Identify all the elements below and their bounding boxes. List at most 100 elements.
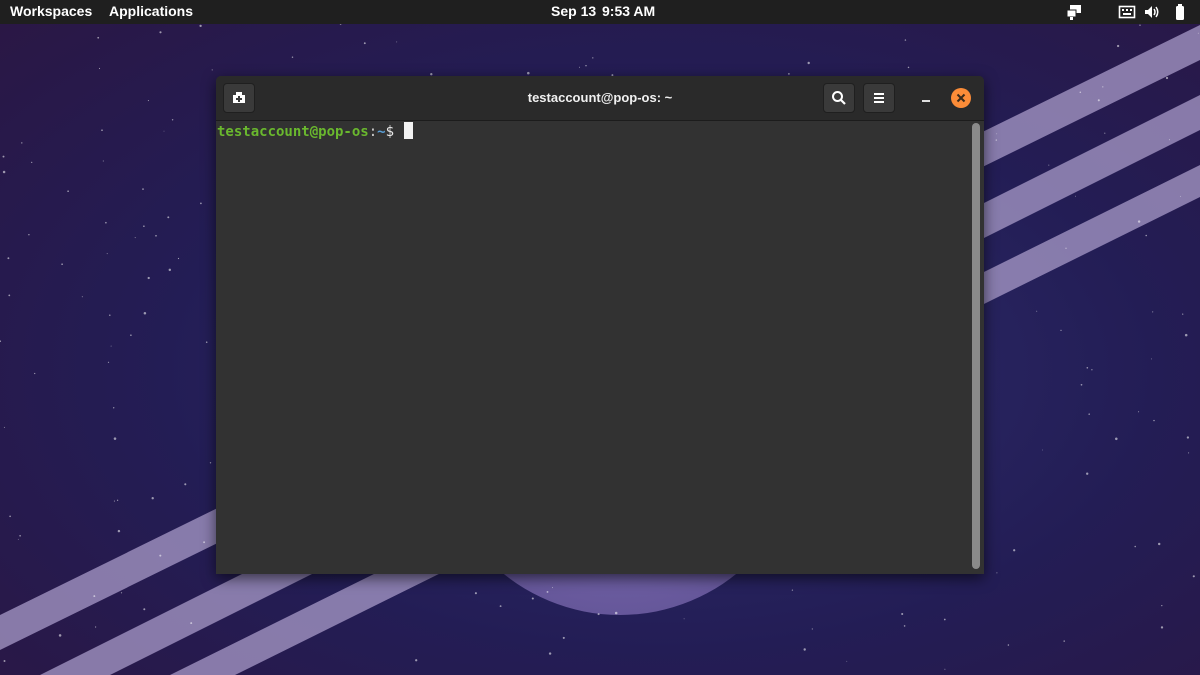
- star: [34, 372, 36, 375]
- star: [552, 587, 553, 589]
- star: [142, 188, 144, 190]
- star: [130, 334, 132, 336]
- star: [167, 216, 170, 219]
- star: [2, 170, 6, 174]
- network-icon[interactable]: [1066, 3, 1084, 21]
- star: [1104, 132, 1106, 134]
- star: [147, 100, 149, 102]
- star: [1086, 367, 1089, 369]
- star: [209, 462, 212, 464]
- star: [996, 572, 998, 574]
- prompt-path: ~: [377, 124, 386, 140]
- star: [109, 314, 111, 317]
- star: [134, 237, 136, 239]
- star: [1192, 575, 1195, 578]
- star: [155, 234, 157, 237]
- star: [904, 39, 907, 41]
- terminal-output-area[interactable]: testaccount@pop-os:~$: [216, 121, 970, 574]
- star: [943, 618, 946, 621]
- star: [143, 225, 145, 227]
- star: [1188, 452, 1190, 454]
- star: [1160, 626, 1164, 629]
- star: [1079, 91, 1082, 94]
- star: [1197, 32, 1199, 34]
- keyboard-icon[interactable]: [1118, 3, 1136, 21]
- star: [97, 36, 100, 39]
- prompt-symbol: $: [385, 124, 403, 140]
- star: [9, 515, 11, 518]
- star: [98, 67, 101, 70]
- terminal-window[interactable]: testaccount@pop-os: ~ testaccount@pop-os…: [216, 76, 984, 574]
- star: [562, 636, 565, 639]
- star: [67, 190, 69, 193]
- star: [1048, 164, 1050, 166]
- time-label[interactable]: 9:53 AM: [602, 0, 655, 24]
- text-cursor: [404, 122, 414, 139]
- star: [113, 500, 115, 502]
- star: [199, 24, 202, 28]
- star: [592, 57, 594, 59]
- terminal-scrollbar[interactable]: [972, 123, 980, 569]
- menu-button[interactable]: [863, 83, 895, 113]
- star: [499, 605, 502, 608]
- star: [2, 155, 5, 158]
- star: [1091, 369, 1093, 371]
- star: [159, 554, 162, 557]
- shell-prompt-line: testaccount@pop-os:~$: [217, 122, 414, 140]
- star: [1152, 311, 1154, 313]
- star: [163, 130, 165, 132]
- star: [1145, 234, 1147, 237]
- star: [527, 71, 530, 75]
- star: [102, 160, 104, 162]
- star: [61, 263, 63, 266]
- star: [21, 142, 23, 144]
- star: [585, 64, 587, 67]
- star: [1157, 542, 1161, 546]
- applications-button[interactable]: Applications: [109, 0, 193, 24]
- star: [211, 69, 213, 71]
- hamburger-menu-icon: [874, 93, 884, 103]
- star: [807, 61, 810, 65]
- star: [1007, 644, 1010, 646]
- star: [205, 341, 208, 343]
- star: [1115, 437, 1118, 441]
- star: [106, 253, 108, 255]
- star: [1161, 604, 1163, 607]
- minimize-icon[interactable]: [916, 86, 936, 110]
- star: [995, 139, 998, 141]
- star: [1013, 549, 1016, 552]
- close-button[interactable]: [951, 88, 971, 108]
- star: [168, 268, 172, 272]
- star: [1184, 333, 1188, 337]
- search-button[interactable]: [823, 83, 855, 113]
- close-icon: [956, 93, 966, 103]
- prompt-separator: :: [368, 124, 378, 140]
- star: [1065, 247, 1067, 249]
- star: [159, 31, 162, 34]
- star: [614, 611, 618, 615]
- star: [1088, 413, 1090, 415]
- star: [177, 257, 180, 260]
- search-icon: [832, 91, 846, 105]
- star: [1182, 313, 1184, 315]
- volume-icon[interactable]: [1143, 3, 1161, 21]
- star: [1102, 86, 1104, 88]
- battery-icon[interactable]: [1171, 3, 1189, 21]
- star: [531, 597, 534, 600]
- star: [147, 276, 150, 280]
- star: [1086, 472, 1089, 475]
- workspaces-button[interactable]: Workspaces: [10, 0, 92, 24]
- star: [81, 296, 83, 298]
- star: [113, 437, 117, 440]
- star: [19, 535, 21, 537]
- star: [396, 41, 398, 43]
- terminal-headerbar[interactable]: testaccount@pop-os: ~: [216, 76, 984, 121]
- date-label[interactable]: Sep 13: [551, 0, 596, 24]
- star: [1139, 24, 1141, 26]
- star: [1137, 220, 1141, 223]
- star: [597, 613, 600, 616]
- star: [143, 311, 147, 315]
- star: [578, 66, 581, 68]
- star: [1080, 383, 1083, 386]
- star: [3, 426, 5, 428]
